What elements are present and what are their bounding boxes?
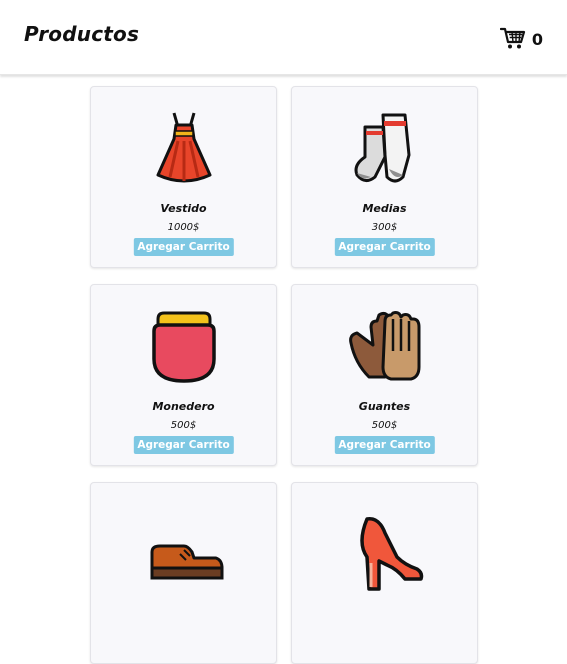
product-grid: Vestido 1000$ Agregar Carrito Medias 300… [90,86,478,664]
shopping-cart-icon [499,26,526,54]
product-card-guantes: Guantes 500$ Agregar Carrito [291,284,478,466]
product-card-monedero: Monedero 500$ Agregar Carrito [90,284,277,466]
product-price: 300$ [371,222,398,233]
product-price: 500$ [371,420,398,431]
add-to-cart-button[interactable]: Agregar Carrito [133,436,234,454]
product-card-high-heel [291,482,478,664]
cart-count: 0 [531,30,543,49]
add-to-cart-button[interactable]: Agregar Carrito [334,436,435,454]
add-to-cart-button[interactable]: Agregar Carrito [133,238,234,256]
purse-icon [144,307,224,387]
cart-button[interactable]: 0 [499,26,543,54]
add-to-cart-button[interactable]: Agregar Carrito [334,238,435,256]
dress-icon [144,109,224,189]
product-name: Vestido [160,202,207,215]
product-name: Guantes [358,400,411,413]
gloves-icon [345,307,425,387]
product-card-medias: Medias 300$ Agregar Carrito [291,86,478,268]
high-heel-icon [345,513,425,593]
top-bar: Productos 0 [0,0,567,75]
page-title: Productos [24,22,140,46]
product-price: 1000$ [167,222,200,233]
socks-icon [345,109,425,189]
product-name: Monedero [152,400,215,413]
product-card-vestido: Vestido 1000$ Agregar Carrito [90,86,277,268]
product-name: Medias [362,202,407,215]
product-card-shoe [90,482,277,664]
product-price: 500$ [170,420,197,431]
shoe-icon [144,538,224,618]
